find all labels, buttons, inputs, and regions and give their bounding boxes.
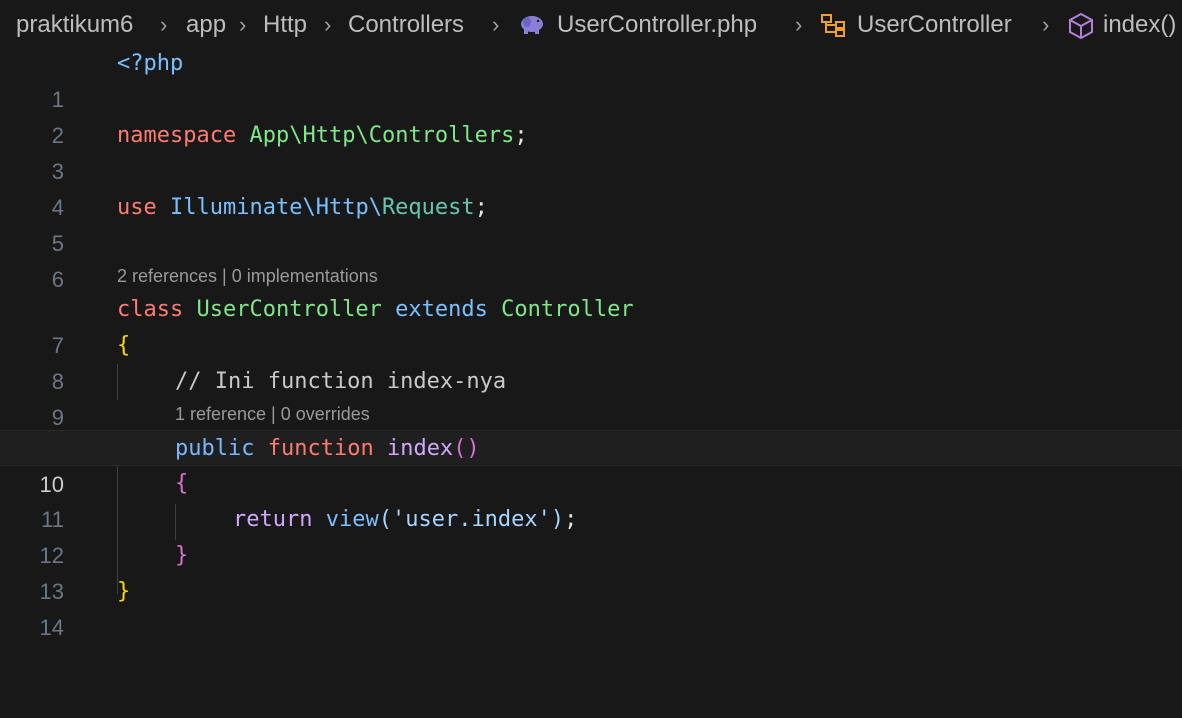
class-symbol-icon (821, 14, 845, 37)
codelens-method[interactable]: 1 reference | 0 overrides (175, 402, 370, 426)
code-token: class (117, 297, 184, 322)
chevron-right-icon: › (492, 12, 500, 37)
code-line: 14 } (0, 574, 1182, 640)
code-token: Controller (501, 297, 634, 322)
line-number: 14 (39, 615, 64, 640)
method-cube-icon (1069, 12, 1093, 40)
code-token: <?php (117, 51, 184, 76)
code-token: \ (368, 195, 382, 220)
code-token: ; (564, 507, 578, 532)
code-token: \ (355, 123, 369, 148)
code-line: 8 { (0, 328, 1182, 394)
chevron-right-icon: › (239, 12, 247, 37)
code-token: ; (474, 195, 488, 220)
code-token: Http (315, 195, 369, 220)
code-token: // Ini function index-nya (175, 369, 507, 394)
chevron-right-icon: › (1042, 12, 1050, 37)
breadcrumb-item-http[interactable]: Http (263, 8, 307, 42)
code-token: App (249, 123, 290, 148)
breadcrumb: praktikum6 › app › Http › Controllers › … (0, 0, 1182, 50)
code-line: 9 // Ini function index-nya (0, 364, 1182, 430)
chevron-right-icon: › (795, 12, 803, 37)
code-line: 13 } (0, 538, 1182, 604)
code-token: public (175, 436, 255, 461)
codelens-class[interactable]: 2 references | 0 implementations (117, 264, 378, 288)
code-token: index (386, 436, 454, 461)
code-token: } (117, 579, 131, 604)
breadcrumb-item-file[interactable]: UserController.php (557, 8, 757, 42)
chevron-right-icon: › (324, 12, 332, 37)
code-line: 3 namespace App\Http\Controllers; (0, 118, 1182, 184)
breadcrumb-item-folder[interactable]: praktikum6 (16, 8, 133, 42)
breadcrumb-item-method[interactable]: index() (1103, 8, 1176, 42)
code-token: Controllers (368, 123, 515, 148)
code-token: Http (302, 123, 356, 148)
code-token: Request (381, 195, 475, 220)
breadcrumb-item-app[interactable]: app (186, 8, 226, 42)
code-token: extends (395, 297, 488, 322)
code-token: \ (289, 123, 303, 148)
code-line: 1 <?php (0, 46, 1182, 112)
breadcrumb-item-class[interactable]: UserController (857, 8, 1012, 42)
code-token: ( (378, 507, 392, 532)
code-editor[interactable]: 1 <?php 2 3 namespace App\Http\Controlle… (0, 46, 1182, 640)
code-line: 4 (0, 154, 1182, 220)
php-elephant-icon (521, 16, 543, 34)
code-token: UserController (196, 297, 382, 322)
code-token: \ (302, 195, 316, 220)
code-token: } (175, 543, 189, 568)
code-token: ; (514, 123, 528, 148)
code-line: 6 (0, 226, 1182, 292)
code-line-current: 10 public function index() (0, 430, 1182, 497)
code-token: return (233, 507, 313, 532)
code-token: 'user.index' (391, 507, 551, 532)
code-line: 11 { (0, 466, 1182, 532)
chevron-right-icon: › (160, 12, 168, 37)
code-token: function (267, 436, 374, 461)
code-token: use (117, 195, 157, 220)
code-token: { (175, 471, 189, 496)
code-line: 2 (0, 82, 1182, 148)
code-token: () (453, 436, 480, 461)
code-line: 12 return view('user.index'); (0, 502, 1182, 568)
code-token: Illuminate (170, 195, 303, 220)
code-token: view (325, 507, 379, 532)
code-token: namespace (117, 123, 237, 148)
code-line: 7 class UserController extends Controlle… (0, 292, 1182, 358)
code-token: { (117, 333, 131, 358)
code-line: 5 use Illuminate\Http\Request; (0, 190, 1182, 256)
code-token: ) (550, 507, 565, 532)
breadcrumb-item-controllers[interactable]: Controllers (348, 8, 464, 42)
